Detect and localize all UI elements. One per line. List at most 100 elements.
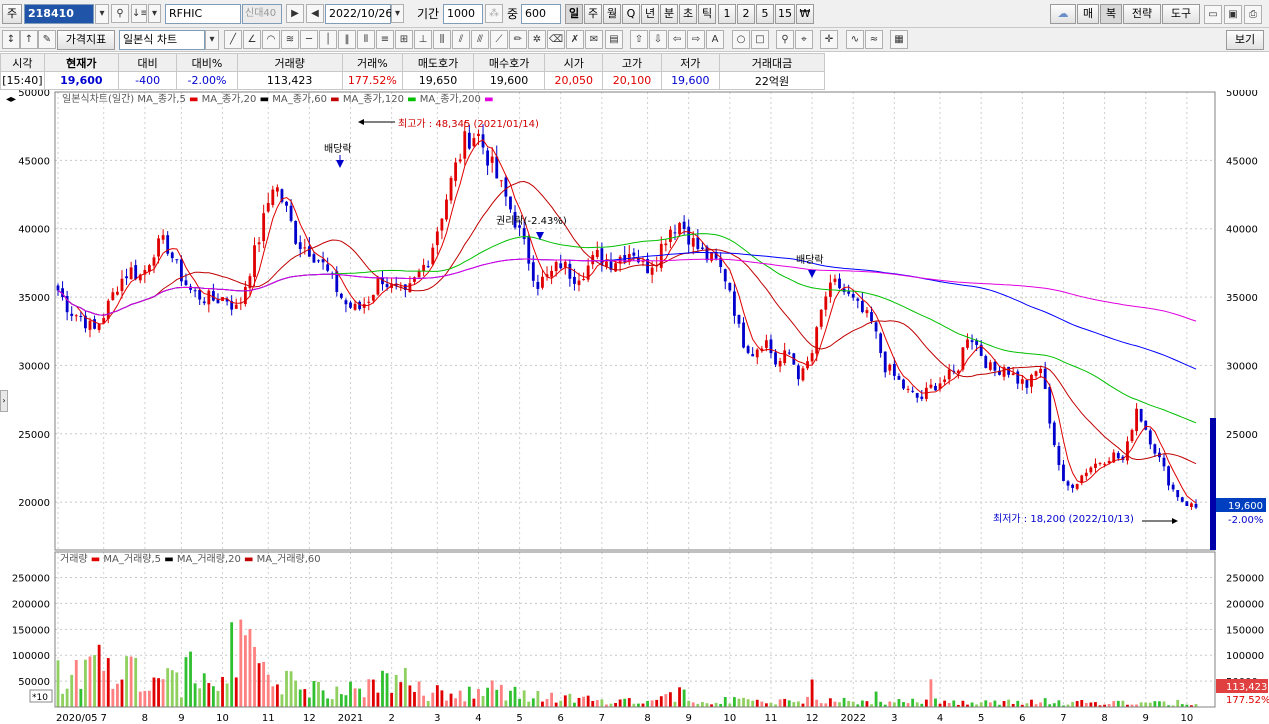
next-arrow-icon[interactable]: ▶	[286, 4, 304, 23]
sort-icon[interactable]: ↓≡	[131, 4, 147, 23]
chart-settings-icon[interactable]: ▤	[605, 30, 623, 49]
tab-buy[interactable]: 매	[1077, 4, 1099, 24]
volume-bar	[495, 689, 499, 707]
delete-all-icon[interactable]: ✗	[566, 30, 584, 49]
volume-bar	[687, 700, 691, 707]
tools-button[interactable]: 도구	[1162, 4, 1200, 24]
side-panel-toggle-icon[interactable]: ›	[0, 390, 8, 412]
circle-tool-icon[interactable]: ○	[732, 30, 750, 49]
channel-tool-icon[interactable]: ⫽	[452, 30, 470, 49]
candle-body	[902, 379, 905, 389]
header-volume-pct: 거래%	[341, 53, 404, 72]
rect-tool-icon[interactable]: □	[751, 30, 769, 49]
target-icon[interactable]: ✛	[820, 30, 838, 49]
save-icon[interactable]: ▣	[1224, 5, 1242, 24]
crosshair-icon[interactable]: ⌖	[795, 30, 813, 49]
volume-bar	[700, 702, 704, 707]
candle-body	[897, 376, 901, 380]
current-price-value: 19,600	[1228, 501, 1263, 512]
grid-tool-icon[interactable]: ⊞	[395, 30, 413, 49]
parallel-tool-icon[interactable]: ⫻	[471, 30, 489, 49]
hline-tool-icon[interactable]: ─	[300, 30, 318, 49]
period-input[interactable]: 1000	[443, 4, 483, 24]
tab-day[interactable]: 일	[565, 4, 583, 24]
tab-tick[interactable]: 틱	[698, 4, 716, 24]
vline-tool-icon[interactable]: │	[319, 30, 337, 49]
wave2-icon[interactable]: ≈	[865, 30, 883, 49]
zoom-icon[interactable]: ⚲	[776, 30, 794, 49]
candle-body	[486, 150, 490, 166]
trend-tool-icon[interactable]: ⟋	[490, 30, 508, 49]
pencil-icon[interactable]: ✏	[509, 30, 527, 49]
volume-bar	[787, 700, 791, 707]
fibo-time-icon[interactable]: ⦀	[357, 30, 375, 49]
price-tick-label-left: 40000	[18, 225, 50, 236]
list-dropdown-icon[interactable]: ▾	[148, 4, 161, 23]
bar-tool-icon[interactable]: ⫼	[433, 30, 451, 49]
search-icon[interactable]: ⚲	[111, 4, 129, 23]
collapse-icon[interactable]: ↕	[2, 30, 20, 49]
volume-bar	[120, 679, 124, 707]
folder-open-icon[interactable]: ▭	[1204, 5, 1222, 24]
tab-minute[interactable]: 분	[660, 4, 678, 24]
calendar-dropdown-icon[interactable]: ▾	[391, 4, 404, 23]
volume-bar	[294, 680, 298, 707]
angle-tool-icon[interactable]: ∠	[243, 30, 261, 49]
volume-bar	[1089, 702, 1093, 707]
arrow-up-small-icon[interactable]: ⇧	[630, 30, 648, 49]
tab-second[interactable]: 초	[679, 4, 697, 24]
minute-1[interactable]: 1	[718, 4, 736, 24]
volume-bar	[1075, 701, 1079, 707]
chart-type-dropdown-icon[interactable]: ▾	[205, 30, 219, 50]
date-field[interactable]: 2022/10/26	[325, 4, 392, 24]
prev-arrow-icon[interactable]: ◀	[306, 4, 324, 23]
candle-body	[824, 296, 828, 310]
wave-icon[interactable]: ∿	[846, 30, 864, 49]
tab-month[interactable]: 월	[603, 4, 621, 24]
memo-icon[interactable]: ✉	[585, 30, 603, 49]
chart-type-select[interactable]: 일본식 차트	[119, 30, 205, 50]
text-tool-icon[interactable]: A	[706, 30, 724, 49]
line-tool-icon[interactable]: ╱	[224, 30, 242, 49]
tab-quarter[interactable]: Q	[622, 4, 640, 24]
magnet-icon[interactable]: ✲	[528, 30, 546, 49]
price-tick-label-left: 30000	[18, 361, 50, 372]
minute-5[interactable]: 5	[756, 4, 774, 24]
gann-tool-icon[interactable]: ⊥	[414, 30, 432, 49]
fan-tool-icon[interactable]: ≋	[281, 30, 299, 49]
won-icon[interactable]: ₩	[796, 4, 814, 24]
arrow-left-icon[interactable]: ⇦	[668, 30, 686, 49]
candle-body	[783, 350, 787, 363]
volume-bar	[481, 695, 485, 707]
tab-week[interactable]: 주	[584, 4, 602, 24]
minute-2[interactable]: 2	[737, 4, 755, 24]
legend-scroll-icon[interactable]: ◂▸	[6, 94, 16, 105]
tab-multi[interactable]: 복	[1100, 4, 1122, 24]
stock-chart[interactable]: 2000020000250002500030000300003500035000…	[0, 90, 1269, 724]
arc-tool-icon[interactable]: ◠	[262, 30, 280, 49]
minute-15[interactable]: 15	[775, 4, 795, 24]
indicator-button[interactable]: 가격지표	[57, 30, 115, 50]
eraser-icon[interactable]: ⌫	[547, 30, 565, 49]
count-input[interactable]: 600	[521, 4, 561, 24]
edit-icon[interactable]: ✎	[38, 30, 56, 49]
market-type-button[interactable]: 주	[2, 4, 22, 24]
volume-legend-title: 거래량	[60, 553, 91, 565]
refresh-icon[interactable]: ↑	[20, 30, 38, 49]
code-dropdown-icon[interactable]: ▾	[95, 4, 109, 24]
lock-icon[interactable]: ⁂	[485, 4, 503, 23]
tab-year[interactable]: 년	[641, 4, 659, 24]
strategy-button[interactable]: 전략	[1123, 4, 1161, 24]
stock-name-field[interactable]: RFHIC	[165, 4, 241, 24]
fibo-retrace-icon[interactable]: ≡	[376, 30, 394, 49]
print-icon[interactable]: ⎙	[1244, 5, 1262, 24]
arrow-down-icon[interactable]: ⇩	[649, 30, 667, 49]
stock-code-input[interactable]: 218410	[24, 4, 94, 24]
cycle-tool-icon[interactable]: ‖	[338, 30, 356, 49]
volume-bar	[655, 699, 659, 707]
volume-bar	[783, 698, 787, 707]
cloud-icon[interactable]: ☁	[1050, 4, 1076, 24]
arrow-right-icon[interactable]: ⇨	[687, 30, 705, 49]
image-icon[interactable]: ▦	[890, 30, 908, 49]
view-button[interactable]: 보기	[1226, 30, 1264, 50]
